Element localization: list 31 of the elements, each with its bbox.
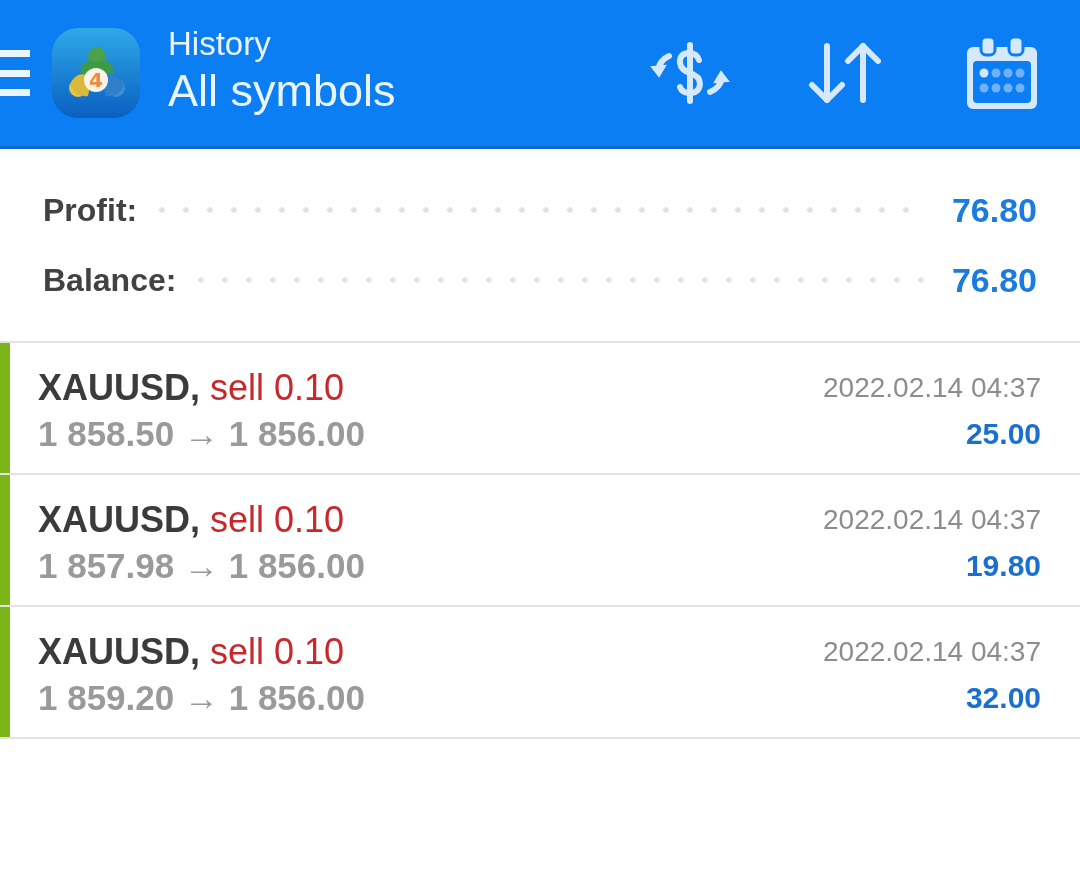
deal-prices: 1 859.20 → 1 856.00 [38, 678, 365, 718]
deal-volume: 0.10 [274, 499, 345, 541]
deal-symbol: XAUUSD, [38, 367, 201, 409]
deal-time: 2022.02.14 04:37 [823, 504, 1041, 536]
deal-profit: 19.80 [965, 549, 1041, 583]
summary-label: Profit: [43, 191, 138, 229]
deal-symbol: XAUUSD, [38, 631, 201, 673]
deal-symbol: XAUUSD, [38, 499, 201, 541]
deal-time: 2022.02.14 04:37 [823, 372, 1041, 404]
deal-profit: 25.00 [965, 417, 1041, 451]
summary-label: Balance: [43, 261, 177, 299]
deal-volume: 0.10 [274, 367, 345, 409]
menu-button[interactable] [0, 50, 32, 96]
deal-volume: 0.10 [274, 631, 345, 673]
deal-time: 2022.02.14 04:37 [823, 636, 1041, 668]
app-logo-icon: 4 [52, 28, 140, 118]
deal-type: sell [210, 631, 265, 673]
deal-row[interactable]: XAUUSD, sell 0.10 2022.02.14 04:37 1 857.98 → 1 856.00 19.80 [0, 475, 1080, 607]
deal-row[interactable]: XAUUSD, sell 0.10 2022.02.14 04:37 1 859.20 → 1 856.00 32.00 [0, 607, 1080, 739]
deal-profit: 32.00 [965, 681, 1041, 715]
summary-value: 76.80 [951, 190, 1037, 230]
deal-type: sell [210, 499, 265, 541]
screen-title: History [168, 24, 271, 64]
deal-prices: 1 857.98 → 1 856.00 [38, 546, 365, 586]
calendar-icon [967, 37, 1037, 109]
deal-prices: 1 858.50 → 1 856.00 [38, 414, 365, 454]
deal-type: sell [210, 367, 265, 409]
summary-value: 76.80 [951, 260, 1037, 300]
deal-row[interactable]: XAUUSD, sell 0.10 2022.02.14 04:37 1 858.50 → 1 856.00 25.00 [0, 343, 1080, 475]
symbol-filter-title[interactable]: All symbols [168, 64, 396, 118]
dollar-exchange-icon [650, 42, 730, 104]
